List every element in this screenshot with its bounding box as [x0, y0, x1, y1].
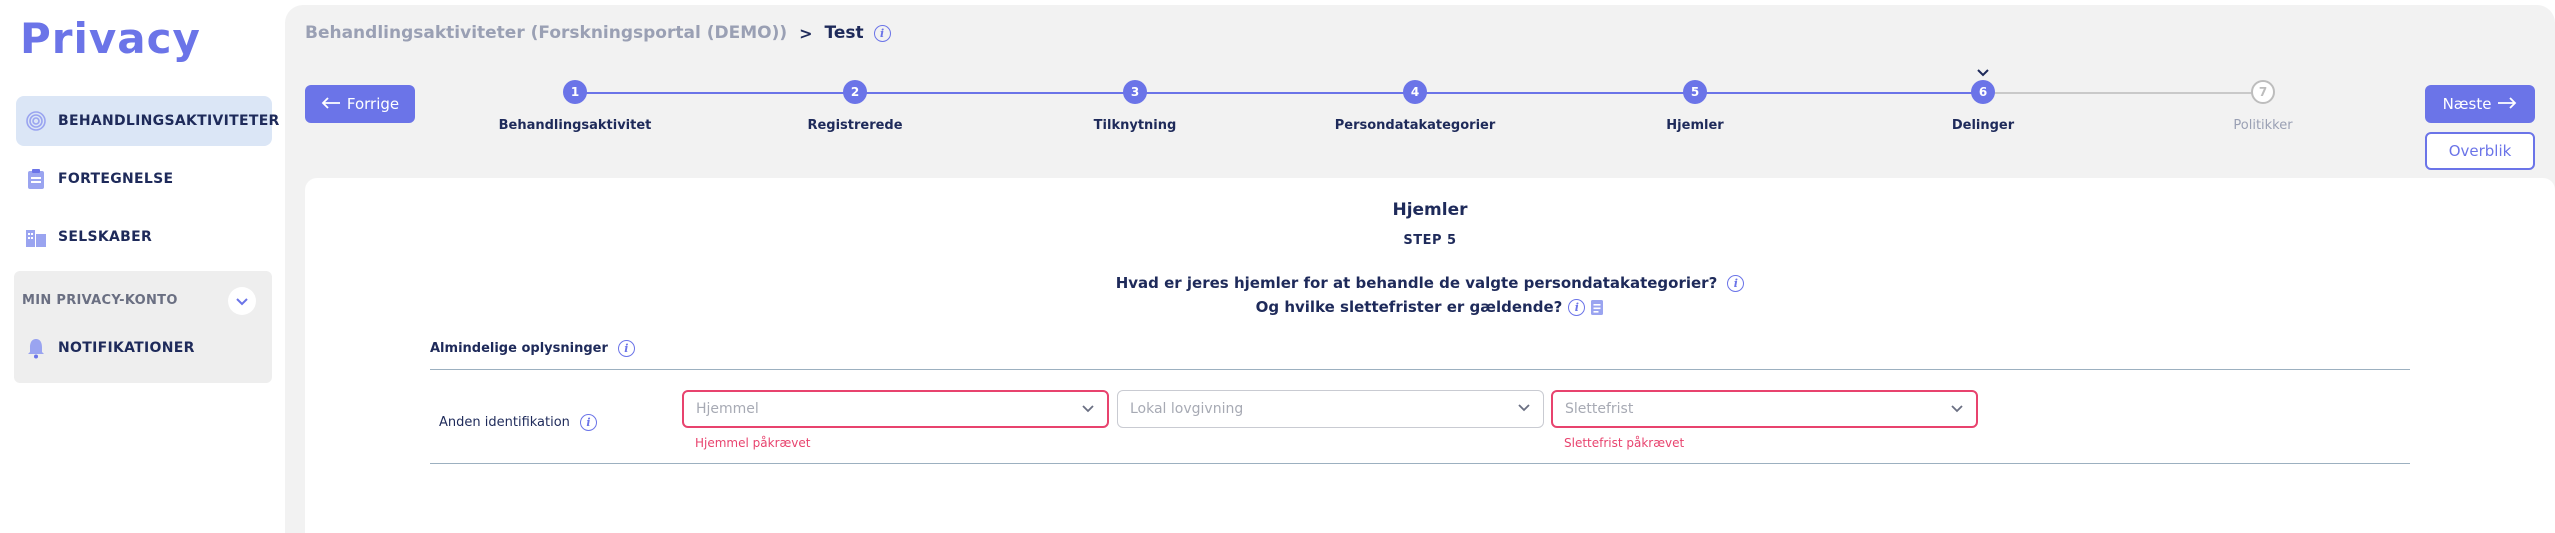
- info-icon[interactable]: i: [617, 340, 635, 357]
- divider: [430, 463, 2410, 464]
- step-label: Tilknytning: [1093, 118, 1177, 133]
- chevron-down-icon: [1081, 402, 1095, 418]
- account-section: MIN PRIVACY-KONTO NOTIFIKATIONER: [14, 271, 272, 383]
- hjemmel-error: Hjemmel påkrævet: [695, 436, 811, 450]
- step-card: Hjemler STEP 5 Hvad er jeres hjemler for…: [305, 178, 2555, 533]
- chevron-down-icon: [1950, 402, 1964, 418]
- step-number: 2: [843, 80, 867, 104]
- sidebar-item-selskaber[interactable]: SELSKABER: [16, 212, 272, 262]
- step-number: 3: [1123, 80, 1147, 104]
- step-number: 4: [1403, 80, 1427, 104]
- stepper: 1 Behandlingsaktivitet 2 Registrerede 3 …: [285, 5, 2555, 155]
- step-number: 7: [2251, 80, 2275, 104]
- step-number: 6: [1971, 80, 1995, 104]
- sidebar-item-notifikationer[interactable]: NOTIFIKATIONER: [14, 323, 272, 373]
- step-5[interactable]: 5 Hjemler: [1565, 80, 1825, 133]
- step-6[interactable]: 6 Delinger: [1853, 80, 2113, 133]
- chevron-down-icon: [1517, 401, 1531, 417]
- select-placeholder: Lokal lovgivning: [1130, 401, 1244, 417]
- step-1[interactable]: 1 Behandlingsaktivitet: [445, 80, 705, 133]
- row-label: Anden identifikation i: [439, 414, 597, 431]
- app-logo[interactable]: Privacy: [20, 14, 201, 63]
- sidebar: Privacy BEHANDLINGSAKTIVITETER FORTEGNEL…: [0, 0, 285, 533]
- buildings-icon: [24, 225, 48, 249]
- step-label: Registrerede: [807, 118, 903, 133]
- info-icon[interactable]: i: [579, 414, 597, 431]
- step-2[interactable]: 2 Registrerede: [725, 80, 985, 133]
- main-panel: Behandlingsaktiviteter (Forskningsportal…: [285, 5, 2555, 533]
- slettefrist-error: Slettefrist påkrævet: [1564, 436, 1685, 450]
- account-title: MIN PRIVACY-KONTO: [22, 293, 178, 308]
- section-heading: Almindelige oplysninger i: [430, 340, 635, 357]
- step-label: Persondatakategorier: [1334, 118, 1496, 133]
- divider: [430, 369, 2410, 370]
- question-hjemler: Hvad er jeres hjemler for at behandle de…: [305, 274, 2555, 292]
- row-label-text: Anden identifikation: [439, 415, 570, 430]
- account-toggle-button[interactable]: [228, 287, 256, 315]
- bell-icon: [24, 336, 48, 360]
- sidebar-item-fortegnelse[interactable]: FORTEGNELSE: [16, 154, 272, 204]
- lokal-lovgivning-select[interactable]: Lokal lovgivning: [1117, 390, 1544, 428]
- select-placeholder: Slettefrist: [1565, 401, 1634, 417]
- sidebar-item-label: SELSKABER: [58, 229, 153, 245]
- sidebar-item-label: FORTEGNELSE: [58, 171, 174, 187]
- card-title: Hjemler: [1392, 200, 1468, 220]
- step-label: Delinger: [1951, 118, 2015, 133]
- step-label: Politikker: [2233, 118, 2293, 133]
- chevron-down-icon: [235, 292, 249, 311]
- section-title: Almindelige oplysninger: [430, 341, 608, 356]
- info-icon[interactable]: i: [1727, 274, 1745, 292]
- sidebar-item-behandlingsaktiviteter[interactable]: BEHANDLINGSAKTIVITETER: [16, 96, 279, 146]
- step-3[interactable]: 3 Tilknytning: [1005, 80, 1265, 133]
- step-7[interactable]: 7 Politikker: [2133, 80, 2393, 133]
- clipboard-icon: [24, 167, 48, 191]
- document-icon[interactable]: [1590, 299, 1604, 316]
- step-number: 5: [1683, 80, 1707, 104]
- sidebar-item-label: NOTIFIKATIONER: [58, 340, 195, 356]
- step-4[interactable]: 4 Persondatakategorier: [1285, 80, 1545, 133]
- question-text: Hvad er jeres hjemler for at behandle de…: [1115, 274, 1718, 292]
- question-text: Og hvilke slettefrister er gældende?: [1255, 298, 1563, 316]
- select-placeholder: Hjemmel: [696, 401, 759, 417]
- question-slettefrister: Og hvilke slettefrister er gældende? i: [305, 298, 2555, 316]
- slettefrist-select[interactable]: Slettefrist: [1551, 390, 1978, 428]
- step-label: Hjemler: [1666, 118, 1724, 133]
- info-icon[interactable]: i: [1568, 298, 1586, 316]
- step-label: Behandlingsaktivitet: [498, 118, 652, 133]
- fingerprint-icon: [24, 109, 48, 133]
- step-indicator: STEP 5: [1403, 233, 1457, 248]
- hjemmel-select[interactable]: Hjemmel: [682, 390, 1109, 428]
- sidebar-item-label: BEHANDLINGSAKTIVITETER: [58, 113, 280, 129]
- step-number: 1: [563, 80, 587, 104]
